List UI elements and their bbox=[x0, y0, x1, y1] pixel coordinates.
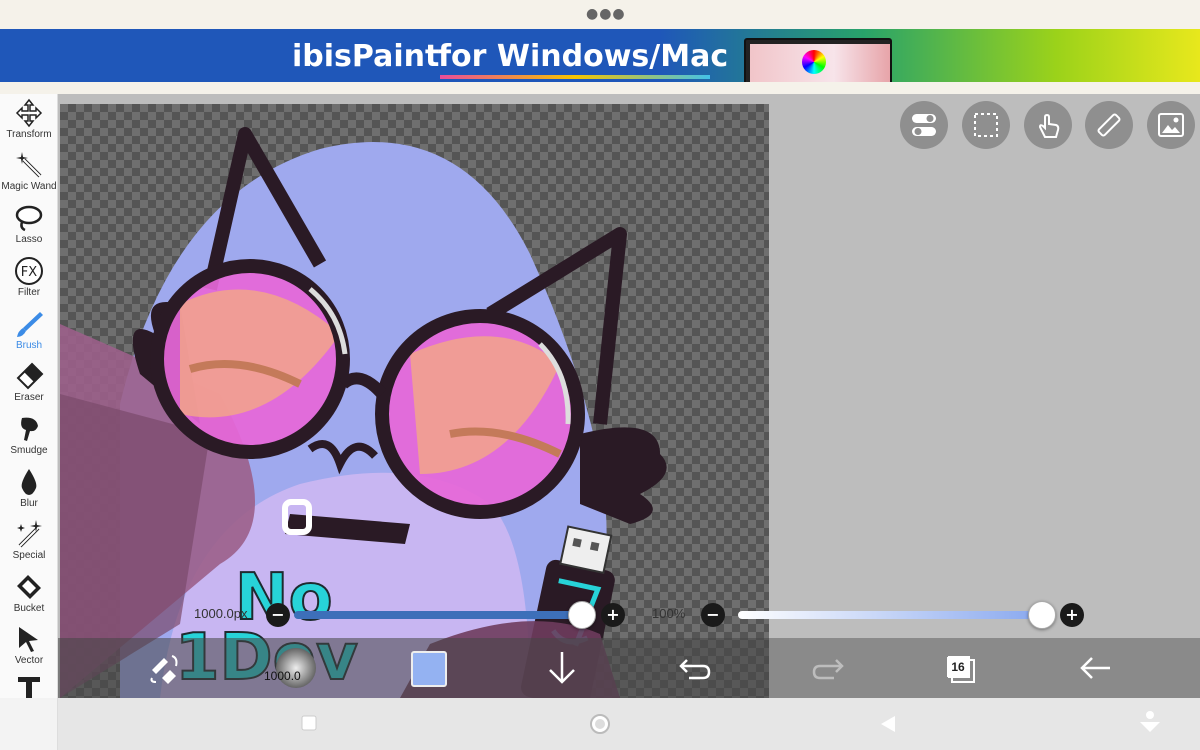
tool-magic-wand[interactable]: Magic Wand bbox=[0, 148, 58, 200]
bottom-toolbar: 1000.0 16 bbox=[58, 638, 1200, 698]
brush-size-increase-button[interactable]: + bbox=[601, 603, 625, 627]
tool-filter[interactable]: FX Filter bbox=[0, 254, 58, 306]
smudge-finger-icon bbox=[21, 417, 38, 441]
ruler-icon bbox=[1097, 113, 1121, 137]
tool-sidebar: Transform Magic Wand Lasso FX Filter Bru… bbox=[0, 94, 58, 699]
image-icon bbox=[1158, 113, 1184, 137]
vector-cursor-icon bbox=[19, 627, 38, 652]
toggle-icon bbox=[912, 114, 936, 136]
opacity-value: 100% bbox=[652, 606, 686, 621]
redo-icon bbox=[812, 659, 844, 680]
recents-square-icon[interactable] bbox=[301, 715, 317, 731]
arrow-down-icon bbox=[549, 652, 575, 684]
tool-text[interactable] bbox=[0, 672, 58, 698]
layer-count: 16 bbox=[947, 657, 969, 677]
banner-thumbnail bbox=[744, 38, 892, 82]
tool-bucket[interactable]: Bucket bbox=[0, 570, 58, 622]
status-bar: ●●● bbox=[0, 0, 1200, 29]
tool-label: Vector bbox=[14, 655, 44, 666]
eraser-icon bbox=[16, 362, 44, 390]
brush-size-preview-value: 1000.0 bbox=[264, 669, 301, 683]
opacity-knob[interactable] bbox=[1028, 601, 1056, 629]
slider-row: 1000.0px − + 100% − + bbox=[58, 598, 1200, 638]
lasso-icon bbox=[15, 205, 43, 232]
banner-brand: ibisPaint bbox=[292, 39, 440, 74]
layer-down-button[interactable] bbox=[542, 648, 582, 688]
tool-lasso[interactable]: Lasso bbox=[0, 201, 58, 253]
back-button[interactable] bbox=[1076, 648, 1116, 688]
tool-special[interactable]: Special bbox=[0, 517, 58, 569]
image-button[interactable] bbox=[1147, 101, 1195, 149]
toggle-button[interactable] bbox=[900, 101, 948, 149]
svg-text:FX: FX bbox=[21, 265, 37, 280]
ibispaint-screen: ●●● ibisPaint for Windows/Mac Transform … bbox=[0, 0, 1200, 750]
brush-eraser-swap-icon bbox=[150, 655, 178, 684]
tool-smudge[interactable]: Smudge bbox=[0, 412, 58, 464]
fx-filter-icon: FX bbox=[15, 257, 43, 285]
tool-label: Special bbox=[12, 550, 46, 561]
hide-nav-icon[interactable] bbox=[1138, 710, 1162, 736]
brush-size-knob[interactable] bbox=[568, 601, 596, 629]
banner-tagline: for Windows/Mac bbox=[438, 39, 729, 74]
brush-size-value: 1000.0px bbox=[194, 606, 248, 621]
tool-label: Smudge bbox=[10, 445, 48, 456]
selection-icon bbox=[974, 113, 998, 137]
swap-tool-button[interactable] bbox=[144, 648, 184, 688]
tool-label: Blur bbox=[20, 498, 38, 509]
home-circle-icon[interactable] bbox=[589, 713, 611, 735]
tool-label: Brush bbox=[15, 340, 43, 351]
special-sparkle-icon bbox=[17, 520, 42, 548]
tool-label: Magic Wand bbox=[1, 181, 57, 192]
undo-button[interactable] bbox=[675, 648, 715, 688]
redo-button[interactable] bbox=[808, 648, 848, 688]
blur-drop-icon bbox=[21, 469, 37, 495]
undo-icon bbox=[679, 659, 711, 680]
tool-eraser[interactable]: Eraser bbox=[0, 359, 58, 411]
bucket-icon bbox=[17, 575, 41, 599]
magic-wand-icon bbox=[16, 152, 42, 178]
more-dots-icon[interactable]: ●●● bbox=[586, 6, 626, 22]
opacity-increase-button[interactable]: + bbox=[1060, 603, 1084, 627]
tool-blur[interactable]: Blur bbox=[0, 465, 58, 517]
ad-banner[interactable]: ibisPaint for Windows/Mac bbox=[0, 29, 1200, 82]
banner-underline bbox=[440, 75, 710, 79]
hand-gesture-icon bbox=[1038, 113, 1060, 138]
brush-icon bbox=[17, 312, 43, 337]
tool-label: Transform bbox=[6, 129, 52, 140]
tool-label: Filter bbox=[17, 287, 41, 298]
selection-button[interactable] bbox=[962, 101, 1010, 149]
brush-size-slider[interactable] bbox=[294, 611, 584, 619]
back-triangle-icon[interactable] bbox=[879, 714, 897, 734]
current-color-swatch[interactable] bbox=[411, 651, 447, 687]
tool-vector[interactable]: Vector bbox=[0, 622, 58, 674]
color-wheel-icon bbox=[802, 50, 826, 74]
brush-size-decrease-button[interactable]: − bbox=[266, 603, 290, 627]
system-nav-bar bbox=[0, 698, 1200, 750]
arrow-left-icon bbox=[1080, 657, 1110, 679]
tool-transform[interactable]: Transform bbox=[0, 96, 58, 148]
hand-gesture-button[interactable] bbox=[1024, 101, 1072, 149]
tool-brush[interactable]: Brush bbox=[0, 307, 58, 359]
tool-label: Lasso bbox=[15, 234, 43, 245]
text-tool-icon bbox=[18, 677, 40, 698]
tool-label: Eraser bbox=[14, 392, 44, 403]
tool-label: Bucket bbox=[13, 603, 45, 614]
move-arrows-icon bbox=[15, 98, 43, 128]
opacity-decrease-button[interactable]: − bbox=[701, 603, 725, 627]
ruler-button[interactable] bbox=[1085, 101, 1133, 149]
opacity-slider[interactable] bbox=[738, 611, 1038, 619]
